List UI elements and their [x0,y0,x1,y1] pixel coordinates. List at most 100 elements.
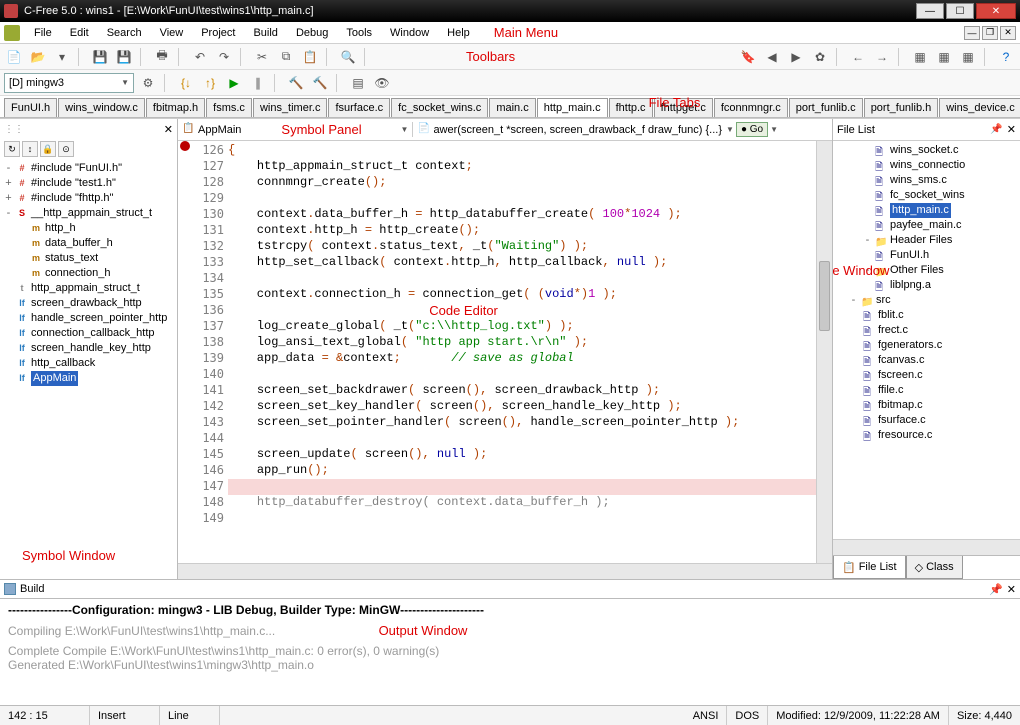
tab-fhttp-c[interactable]: fhttp.c [609,98,653,117]
build-button[interactable]: 🔨 [286,73,306,93]
tab-port-funlib-h[interactable]: port_funlib.h [864,98,939,117]
file-item[interactable]: 🗎fc_socket_wins [835,188,1018,203]
bookmark-prev-button[interactable]: ◀ [762,47,782,67]
file-item[interactable]: 🗎http_main.c [835,203,1018,218]
sym-scope-icon[interactable]: ⊙ [58,141,74,157]
menu-view[interactable]: View [152,25,192,41]
file-item[interactable]: 🗎frect.c [835,323,1018,338]
output-window[interactable]: ----------------Configuration: mingw3 - … [0,599,1020,705]
run-button[interactable]: ▶ [224,73,244,93]
line-gutter[interactable]: 1261271281291301311321331341351361371381… [192,141,228,563]
panel-toggle-1[interactable]: ▦ [910,47,930,67]
symbol-panel-left[interactable]: AppMain [198,124,241,136]
close-button[interactable]: ✕ [976,3,1016,19]
step-in-button[interactable]: {↓ [176,73,196,93]
menu-build[interactable]: Build [245,25,285,41]
minimize-button[interactable]: — [916,3,944,19]
pause-button[interactable]: ∥ [248,73,268,93]
new-file-button[interactable]: 📄 [4,47,24,67]
tab-funui-h[interactable]: FunUI.h [4,98,57,117]
symbol-item[interactable]: lfAppMain [2,371,175,386]
folder-item[interactable]: -📁src [835,293,1018,308]
file-tab-file-list[interactable]: 📋 File List [833,556,906,579]
nav-fwd-button[interactable]: → [872,47,892,67]
paste-button[interactable]: 📋 [300,47,320,67]
panel-toggle-2[interactable]: ▦ [934,47,954,67]
symbol-item[interactable]: -S__http_appmain_struct_t [2,206,175,221]
filetree-hscrollbar[interactable] [833,539,1020,555]
mdi-minimize-button[interactable]: — [964,26,980,40]
print-button[interactable]: 🖶 [152,47,172,67]
bookmark-toggle-button[interactable]: 🔖 [738,47,758,67]
tab-http-main-c[interactable]: http_main.c [537,98,608,117]
file-item[interactable]: 🗎fscreen.c [835,368,1018,383]
file-item[interactable]: 🗎fbitmap.c [835,398,1018,413]
file-item[interactable]: 🗎fblit.c [835,308,1018,323]
help-button[interactable]: ? [996,47,1016,67]
step-out-button[interactable]: ↑} [200,73,220,93]
file-item[interactable]: 🗎wins_connectio [835,158,1018,173]
copy-button[interactable]: ⧉ [276,47,296,67]
menu-edit[interactable]: Edit [62,25,97,41]
file-list-close-icon[interactable]: ✕ [1007,123,1016,136]
symbol-item[interactable]: lfconnection_callback_http [2,326,175,341]
file-list-pin-icon[interactable]: 📌 [990,124,1002,135]
tab-fbitmap-h[interactable]: fbitmap.h [146,98,205,117]
symbol-item[interactable]: +##include "test1.h" [2,176,175,191]
save-all-button[interactable]: 💾 [114,47,134,67]
editor-vscrollbar[interactable] [816,141,832,563]
open-button[interactable]: 📂 [28,47,48,67]
menu-help[interactable]: Help [439,25,478,41]
go-button[interactable]: ● Go [736,122,768,137]
file-item[interactable]: 🗎ffile.c [835,383,1018,398]
menu-tools[interactable]: Tools [338,25,380,41]
tab-wins-device-c[interactable]: wins_device.c [939,98,1020,117]
tab-fsms-c[interactable]: fsms.c [206,98,252,117]
file-item[interactable]: 🗎wins_socket.c [835,143,1018,158]
rebuild-button[interactable]: 🔨 [310,73,330,93]
file-item[interactable]: 🗎fresource.c [835,428,1018,443]
editor-hscrollbar[interactable] [178,563,832,579]
panel-toggle-3[interactable]: ▦ [958,47,978,67]
config-combo[interactable]: [D] mingw3 ▼ [4,73,134,93]
symbol-item[interactable]: mstatus_text [2,251,175,266]
open-recent-button[interactable]: ▾ [52,47,72,67]
symbol-item[interactable]: lfhttp_callback [2,356,175,371]
file-item[interactable]: 🗎fsurface.c [835,413,1018,428]
tab-port-funlib-c[interactable]: port_funlib.c [789,98,863,117]
file-item[interactable]: 🗎FunUI.h [835,248,1018,263]
symbol-item[interactable]: lfhandle_screen_pointer_http [2,311,175,326]
undo-button[interactable]: ↶ [190,47,210,67]
menu-file[interactable]: File [26,25,60,41]
symbol-item[interactable]: lfscreen_handle_key_http [2,341,175,356]
output-pin-icon[interactable]: 📌 [989,583,1003,596]
tab-wins-timer-c[interactable]: wins_timer.c [253,98,328,117]
menu-project[interactable]: Project [193,25,243,41]
file-item[interactable]: 🗎fcanvas.c [835,353,1018,368]
tab-main-c[interactable]: main.c [489,98,535,117]
menu-window[interactable]: Window [382,25,437,41]
mdi-restore-button[interactable]: ❐ [982,26,998,40]
cut-button[interactable]: ✂ [252,47,272,67]
bookmark-next-button[interactable]: ▶ [786,47,806,67]
file-item[interactable]: 🗎fgenerators.c [835,338,1018,353]
output-close-icon[interactable]: ✕ [1007,583,1016,596]
file-item[interactable]: 🗎liblpng.a [835,278,1018,293]
tab-fc-socket-wins-c[interactable]: fc_socket_wins.c [391,98,488,117]
symbol-item[interactable]: thttp_appmain_struct_t [2,281,175,296]
sym-lock-icon[interactable]: 🔒 [40,141,56,157]
file-item[interactable]: 🗎payfee_main.c [835,218,1018,233]
menu-debug[interactable]: Debug [288,25,336,41]
save-button[interactable]: 💾 [90,47,110,67]
find-button[interactable]: 🔍 [338,47,358,67]
file-item[interactable]: 🗎wins_sms.c [835,173,1018,188]
redo-button[interactable]: ↷ [214,47,234,67]
tab-fconnmngr-c[interactable]: fconnmngr.c [714,98,788,117]
symbol-panel-right[interactable]: awer(screen_t *screen, screen_drawback_f… [433,124,722,136]
folder-item[interactable]: -📁Header Files [835,233,1018,248]
symbol-close-button[interactable]: ✕ [164,123,173,136]
symbol-item[interactable]: mdata_buffer_h [2,236,175,251]
code-editor[interactable]: { http_appmain_struct_t context; connmng… [228,141,816,563]
breakpoint-icon[interactable] [180,141,190,151]
bookmark-clear-button[interactable]: ✿ [810,47,830,67]
